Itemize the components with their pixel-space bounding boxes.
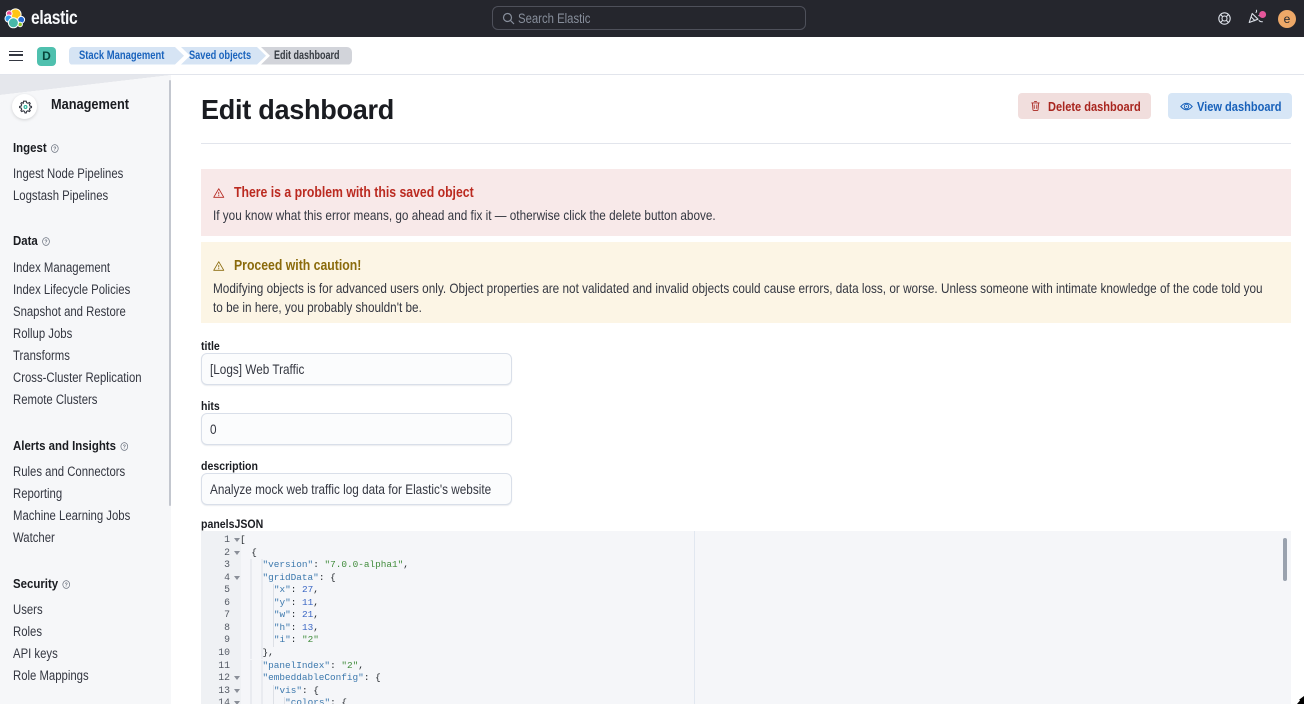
svg-text:?: ? — [123, 444, 127, 450]
svg-text:?: ? — [65, 582, 69, 588]
svg-text:?: ? — [53, 146, 57, 152]
